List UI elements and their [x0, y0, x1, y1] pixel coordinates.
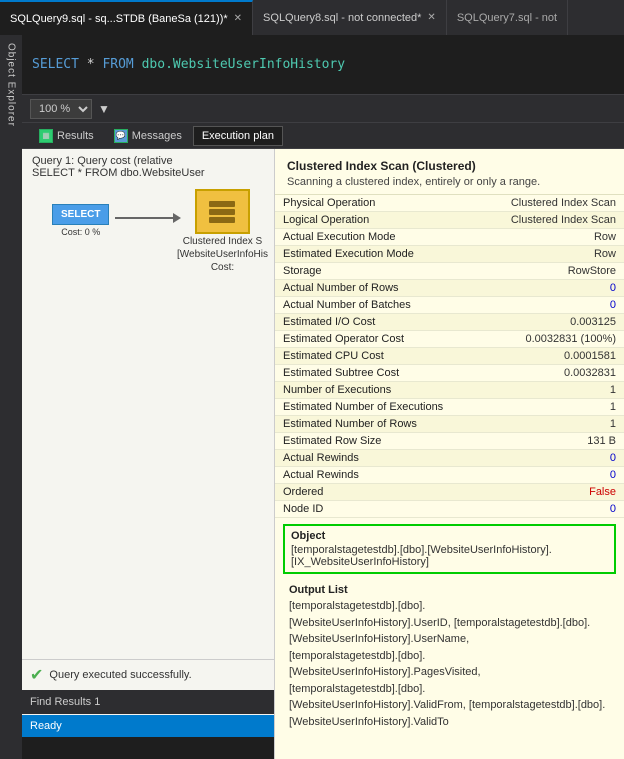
tab-results[interactable]: ▦ Results [30, 125, 103, 147]
tab-results-label: Results [57, 130, 94, 142]
tooltip-value-3: Row [467, 246, 624, 263]
status-bar-inner: ✔ Query executed successfully. [22, 659, 274, 689]
ready-bar: Ready [22, 715, 274, 737]
tooltip-key-13: Estimated Number of Rows [275, 416, 467, 433]
tooltip-key-8: Estimated Operator Cost [275, 331, 467, 348]
tooltip-key-1: Logical Operation [275, 212, 467, 229]
tab-sqlquery7[interactable]: SQLQuery7.sql - not [447, 0, 568, 35]
tooltip-title: Clustered Index Scan (Clustered) [287, 159, 612, 173]
tooltip-key-11: Number of Executions [275, 382, 467, 399]
select-box: SELECT [52, 204, 109, 225]
messages-icon: 💬 [114, 129, 128, 143]
tooltip-value-17: False [467, 484, 624, 501]
results-icon: ▦ [39, 129, 53, 143]
tooltip-key-6: Actual Number of Batches [275, 297, 467, 314]
plan-area: Query 1: Query cost (relative SELECT * F… [22, 149, 624, 759]
tooltip-key-17: Ordered [275, 484, 467, 501]
code-editor[interactable]: SELECT * FROM dbo.WebsiteUserInfoHistory [22, 35, 624, 95]
tab-sqlquery9[interactable]: SQLQuery9.sql - sq...STDB (BaneSa (121))… [0, 0, 253, 35]
clustered-label: Clustered Index S [183, 236, 263, 247]
tooltip-value-15: 0 [467, 450, 624, 467]
tooltip-table: Physical OperationClustered Index ScanLo… [275, 195, 624, 518]
tooltip-key-10: Estimated Subtree Cost [275, 365, 467, 382]
sidebar: Object Explorer [0, 35, 22, 759]
tooltip-key-4: Storage [275, 263, 467, 280]
tooltip-key-18: Node ID [275, 501, 467, 518]
tooltip-key-15: Actual Rewinds [275, 450, 467, 467]
clustered-box [195, 189, 250, 234]
tooltip-value-4: RowStore [467, 263, 624, 280]
tooltip-value-14: 131 B [467, 433, 624, 450]
tooltip-value-1: Clustered Index Scan [467, 212, 624, 229]
toolbar: 100 % ▼ [22, 95, 624, 123]
tooltip-key-0: Physical Operation [275, 195, 467, 212]
tooltip-key-2: Actual Execution Mode [275, 229, 467, 246]
zoom-dropdown-icon: ▼ [98, 102, 110, 116]
tooltip-value-13: 1 [467, 416, 624, 433]
tooltip-value-9: 0.0001581 [467, 348, 624, 365]
success-check-icon: ✔ [30, 665, 43, 685]
zoom-select[interactable]: 100 % [30, 99, 92, 119]
tab-execution-plan[interactable]: Execution plan [193, 126, 283, 146]
tooltip-key-7: Estimated I/O Cost [275, 314, 467, 331]
find-results-text: Find Results 1 [30, 696, 100, 708]
object-value: [temporalstagetestdb].[dbo].[WebsiteUser… [291, 544, 608, 568]
tab-messages[interactable]: 💬 Messages [105, 125, 191, 147]
ready-text: Ready [30, 720, 62, 732]
tooltip-header: Clustered Index Scan (Clustered) Scannin… [275, 149, 624, 195]
clustered-sublabel: [WebsiteUserInfoHis [177, 249, 268, 260]
tooltip-key-3: Estimated Execution Mode [275, 246, 467, 263]
select-cost: Cost: 0 % [52, 227, 109, 237]
tooltip-key-9: Estimated CPU Cost [275, 348, 467, 365]
tooltip-value-2: Row [467, 229, 624, 246]
tooltip-key-12: Estimated Number of Executions [275, 399, 467, 416]
tooltip-value-18: 0 [467, 501, 624, 518]
query-tabs: ▦ Results 💬 Messages Execution plan [22, 123, 624, 149]
clustered-icon [207, 197, 237, 227]
clustered-node[interactable]: Clustered Index S [WebsiteUserInfoHis Co… [177, 189, 268, 273]
tooltip-value-10: 0.0032831 [467, 365, 624, 382]
tab-sqlquery8-label: SQLQuery8.sql - not connected* [263, 12, 421, 24]
query-info-line2: SELECT * FROM dbo.WebsiteUser [32, 167, 282, 179]
tooltip-value-0: Clustered Index Scan [467, 195, 624, 212]
tab-sqlquery8[interactable]: SQLQuery8.sql - not connected* ✕ [253, 0, 447, 35]
select-node[interactable]: SELECT Cost: 0 % [52, 204, 109, 237]
tab-execution-plan-label: Execution plan [202, 130, 274, 142]
tooltip-value-8: 0.0032831 (100%) [467, 331, 624, 348]
sidebar-label: Object Explorer [6, 43, 17, 127]
output-section: Output List [temporalstagetestdb].[dbo].… [283, 580, 616, 734]
bottom-spacer [22, 737, 274, 759]
object-label: Object [291, 530, 608, 542]
title-bar: SQLQuery9.sql - sq...STDB (BaneSa (121))… [0, 0, 624, 35]
clustered-cost: Cost: [211, 262, 234, 273]
tooltip-key-14: Estimated Row Size [275, 433, 467, 450]
tooltip-value-5: 0 [467, 280, 624, 297]
query-info: Query 1: Query cost (relative SELECT * F… [22, 149, 292, 185]
tooltip-panel: Clustered Index Scan (Clustered) Scannin… [274, 149, 624, 759]
query-info-line1: Query 1: Query cost (relative [32, 155, 282, 167]
tooltip-value-7: 0.003125 [467, 314, 624, 331]
tooltip-key-5: Actual Number of Rows [275, 280, 467, 297]
tooltip-subtitle: Scanning a clustered index, entirely or … [287, 176, 612, 188]
find-results-bar: Find Results 1 [22, 690, 274, 714]
tooltip-key-16: Actual Rewinds [275, 467, 467, 484]
tooltip-value-16: 0 [467, 467, 624, 484]
close-icon[interactable]: ✕ [234, 13, 242, 24]
tooltip-value-12: 1 [467, 399, 624, 416]
tab-messages-label: Messages [132, 130, 182, 142]
main-area: SELECT * FROM dbo.WebsiteUserInfoHistory… [22, 35, 624, 759]
arrow-line [115, 217, 175, 219]
tooltip-value-11: 1 [467, 382, 624, 399]
output-value: [temporalstagetestdb].[dbo]. [WebsiteUse… [289, 598, 610, 730]
tooltip-value-6: 0 [467, 297, 624, 314]
close-icon[interactable]: ✕ [427, 12, 435, 23]
status-success-text: Query executed successfully. [49, 669, 191, 681]
output-label: Output List [289, 584, 610, 596]
tab-sqlquery7-label: SQLQuery7.sql - not [457, 12, 557, 24]
tab-sqlquery9-label: SQLQuery9.sql - sq...STDB (BaneSa (121))… [10, 13, 228, 25]
object-section: Object [temporalstagetestdb].[dbo].[Webs… [283, 524, 616, 574]
